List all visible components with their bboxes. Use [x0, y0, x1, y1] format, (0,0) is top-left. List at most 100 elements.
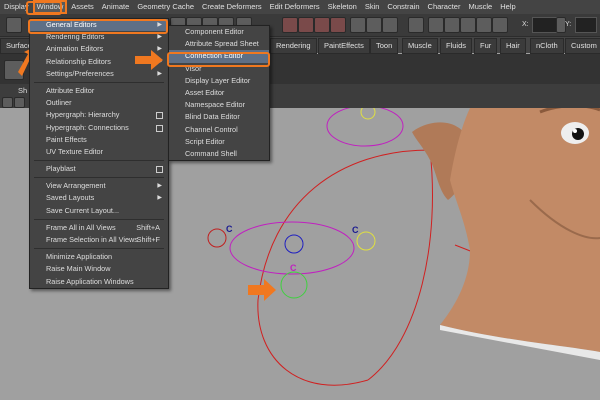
menu-item-playblast[interactable]: Playblast — [30, 163, 168, 175]
panel-icon[interactable] — [2, 97, 13, 108]
render-icon[interactable] — [460, 17, 476, 33]
menu-separator — [34, 81, 164, 83]
menu-item-display-layer-editor[interactable]: Display Layer Editor — [169, 75, 269, 87]
menu-item-raise-application-windows[interactable]: Raise Application Windows — [30, 276, 168, 288]
menu-item-command-shell[interactable]: Command Shell — [169, 148, 269, 160]
shelf-tab-muscle[interactable]: Muscle — [402, 38, 438, 54]
general-editors-outline — [28, 19, 168, 34]
menu-shortcut: Shift+F — [136, 235, 160, 244]
menu-item-script-editor[interactable]: Script Editor — [169, 136, 269, 148]
menu-item-uv-texture-editor[interactable]: UV Texture Editor — [30, 146, 168, 158]
menu-animate[interactable]: Animate — [98, 0, 134, 14]
menu-item-saved-layouts[interactable]: Saved Layouts ▶ — [30, 192, 168, 204]
shelf-tab-ncloth[interactable]: nCloth — [530, 38, 564, 54]
menu-constrain[interactable]: Constrain — [383, 0, 423, 14]
menu-muscle[interactable]: Muscle — [464, 0, 496, 14]
character-face — [440, 108, 600, 352]
menu-item-label: Component Editor — [185, 27, 244, 36]
render-icon[interactable] — [444, 17, 460, 33]
shelf-tab-custom[interactable]: Custom — [565, 38, 600, 54]
menu-shortcut: Shift+A — [136, 222, 160, 232]
menu-separator — [34, 218, 164, 220]
menu-item-frame-all-in-all-views[interactable]: Frame All in All Views Shift+A — [30, 222, 168, 234]
render-icon[interactable] — [428, 17, 444, 33]
window-menu-outline — [26, 1, 62, 15]
y-coord-label: Y: — [565, 21, 572, 28]
menu-item-label: Attribute Spread Sheet — [185, 39, 259, 49]
brow-control — [326, 108, 404, 147]
menu-skeleton[interactable]: Skeleton — [324, 0, 361, 14]
menu-bar: Display Window Assets Animate Geometry Cache… — [0, 0, 600, 14]
menu-geometry-cache[interactable]: Geometry Cache — [133, 0, 198, 14]
shelf-tab-fluids[interactable]: Fluids — [440, 38, 473, 54]
panel-icon[interactable] — [14, 97, 25, 108]
menu-item-label: Frame All in All Views — [46, 222, 116, 232]
menu-item-label: Outliner — [46, 98, 72, 108]
snap-plane-icon[interactable] — [330, 17, 346, 33]
shelf-tab-hair[interactable]: Hair — [500, 38, 526, 54]
menu-skin[interactable]: Skin — [361, 0, 384, 14]
shelf-tab-painteffects[interactable]: PaintEffects — [318, 38, 370, 54]
menu-item-blind-data-editor[interactable]: Blind Data Editor — [169, 111, 269, 123]
menu-item-outliner[interactable]: Outliner — [30, 97, 168, 109]
option-box-icon[interactable] — [156, 112, 163, 120]
menu-character[interactable]: Character — [424, 0, 465, 14]
menu-item-frame-selection-in-all-views[interactable]: Frame Selection in All Views Shift+F — [30, 234, 168, 246]
menu-assets[interactable]: Assets — [67, 0, 98, 14]
menu-item-hypergraph-hierarchy[interactable]: Hypergraph: Hierarchy — [30, 109, 168, 121]
control-label-c: C — [352, 225, 359, 235]
menu-item-view-arrangement[interactable]: View Arrangement ▶ — [30, 180, 168, 192]
menu-item-label: Paint Effects — [46, 134, 87, 144]
menu-item-label: Asset Editor — [185, 87, 225, 97]
x-coord-label: X: — [522, 21, 529, 28]
general-editors-submenu: Component Editor Attribute Spread Sheet Co… — [168, 25, 270, 162]
save-scene-icon[interactable] — [6, 17, 22, 33]
history-icon[interactable] — [350, 17, 366, 33]
menu-item-hypergraph-connections[interactable]: Hypergraph: Connections — [30, 122, 168, 134]
shelf-tab-toon[interactable]: Toon — [370, 38, 399, 54]
option-box-icon[interactable] — [156, 124, 163, 132]
panel-menu-label[interactable]: Sh — [18, 86, 27, 95]
menu-item-label: View Arrangement — [46, 181, 106, 191]
character-eye-shine — [573, 129, 577, 133]
menu-item-channel-control[interactable]: Channel Control — [169, 124, 269, 136]
menu-edit-deformers[interactable]: Edit Deformers — [266, 0, 324, 14]
snap-grid-icon[interactable] — [282, 17, 298, 33]
menu-item-label: Saved Layouts — [46, 193, 95, 203]
render-icon[interactable] — [408, 17, 424, 33]
snap-curve-icon[interactable] — [298, 17, 314, 33]
history-icon[interactable] — [366, 17, 382, 33]
shelf-tab-fur[interactable]: Fur — [474, 38, 498, 54]
menu-item-label: Settings/Preferences — [46, 68, 114, 78]
callout-arrow-icon — [135, 50, 163, 70]
menu-item-component-editor[interactable]: Component Editor — [169, 26, 269, 38]
menu-item-paint-effects[interactable]: Paint Effects — [30, 134, 168, 146]
menu-help[interactable]: Help — [496, 0, 519, 14]
left-mouth-control — [207, 228, 227, 248]
menu-item-label: Playblast — [46, 164, 76, 174]
menu-item-asset-editor[interactable]: Asset Editor — [169, 87, 269, 99]
menu-item-label: Blind Data Editor — [185, 112, 240, 122]
menu-item-label: Channel Control — [185, 124, 238, 134]
render-icon[interactable] — [492, 17, 508, 33]
y-coord-field[interactable] — [575, 17, 597, 33]
shelf-tab-rendering[interactable]: Rendering — [270, 38, 317, 54]
menu-item-minimize-application[interactable]: Minimize Application — [30, 251, 168, 263]
menu-item-label: Attribute Editor — [46, 85, 95, 95]
menu-item-label: Raise Application Windows — [46, 276, 134, 286]
menu-item-save-current-layout[interactable]: Save Current Layout... — [30, 205, 168, 217]
center-mouth-control — [284, 234, 304, 254]
menu-item-raise-main-window[interactable]: Raise Main Window — [30, 263, 168, 275]
menu-item-attribute-editor[interactable]: Attribute Editor — [30, 85, 168, 97]
menu-item-label: Namespace Editor — [185, 100, 246, 110]
option-box-icon[interactable] — [156, 166, 163, 174]
snap-point-icon[interactable] — [314, 17, 330, 33]
history-icon[interactable] — [382, 17, 398, 33]
character-head — [412, 108, 600, 360]
menu-item-label: Save Current Layout... — [46, 205, 120, 215]
menu-item-label: UV Texture Editor — [46, 146, 104, 156]
menu-item-namespace-editor[interactable]: Namespace Editor — [169, 99, 269, 111]
menu-create-deformers[interactable]: Create Deformers — [198, 0, 266, 14]
render-icon[interactable] — [476, 17, 492, 33]
menu-item-attribute-spread-sheet[interactable]: Attribute Spread Sheet — [169, 38, 269, 50]
